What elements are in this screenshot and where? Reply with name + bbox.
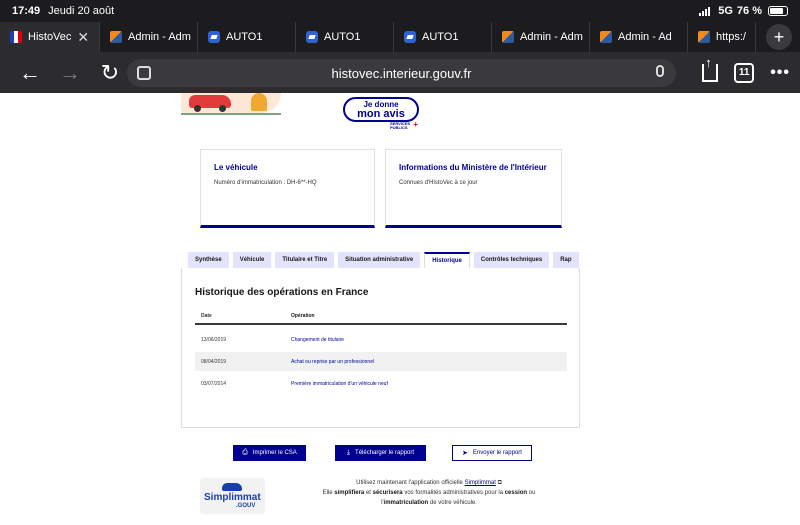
history-panel: Historique des opérations en France Date… [181, 268, 580, 428]
print-csa-button[interactable]: ⎙ Imprimer le CSA [233, 445, 306, 461]
tab-vehicule[interactable]: Véhicule [232, 252, 272, 268]
services-publics-logo: SERVICES PUBLICS + [390, 120, 418, 131]
feedback-button[interactable]: Je donne mon avis [343, 97, 419, 122]
close-tab-icon[interactable]: ✕ [77, 29, 89, 46]
tab-historique[interactable]: Historique [424, 252, 470, 268]
admin-icon [698, 31, 710, 43]
row-operation: Achat ou reprise par un professionnel [291, 358, 375, 365]
tab-rapport[interactable]: Rap [553, 252, 579, 268]
browser-tab-admin[interactable]: Admin - Ad [590, 22, 688, 52]
download-icon: ⤓ [346, 449, 351, 456]
tab-titulaire[interactable]: Titulaire et Titre [275, 252, 335, 268]
ministry-card: Informations du Ministère de l'Intérieur… [385, 149, 562, 228]
more-menu-icon[interactable]: ••• [770, 64, 790, 82]
browser-tab-title: https:/ [716, 31, 746, 43]
toolbar-right: 11 ••• [702, 52, 790, 93]
browser-tab-strip: HistoVec ✕ Admin - Adm AUTO1 AUTO1 AUTO1… [0, 22, 800, 52]
microphone-icon[interactable] [656, 65, 664, 77]
address-bar[interactable]: histovec.interieur.gouv.fr [127, 59, 676, 87]
tab-situation[interactable]: Situation administrative [338, 252, 421, 268]
network-label: 5G [718, 5, 733, 17]
history-title: Historique des opérations en France [195, 287, 369, 298]
share-icon[interactable] [702, 55, 719, 82]
new-tab-button[interactable]: + [766, 24, 792, 50]
row-date: 08/04/2019 [201, 358, 227, 365]
browser-tab-admin[interactable]: Admin - Adm [100, 22, 198, 52]
simplimmat-promo: Utilisez maintenant l'application offici… [322, 480, 536, 506]
browser-tab-auto1[interactable]: AUTO1 [198, 22, 296, 52]
battery-icon [768, 6, 788, 16]
status-date: Jeudi 20 août [48, 5, 115, 17]
header-operation: Opération [291, 312, 315, 319]
plate-number-text: Numéro d'immatriculation : DH-6**-HQ [214, 179, 317, 186]
report-tabs: Synthèse Véhicule Titulaire et Titre Sit… [188, 252, 584, 268]
auto1-icon [306, 31, 318, 43]
plus-icon: + [413, 120, 418, 129]
table-row: 08/04/2019 Achat ou reprise par un profe… [195, 352, 567, 371]
vehicle-card-title: Le véhicule [214, 163, 258, 172]
auto1-icon [208, 31, 220, 43]
table-header: Date Opération [195, 308, 567, 325]
browser-tab-https[interactable]: https:/ [688, 22, 756, 52]
simplimmat-link[interactable]: Simplimmat [465, 480, 496, 486]
forward-arrow-icon[interactable]: → [50, 61, 90, 84]
admin-icon [110, 31, 122, 43]
print-icon: ⎙ [242, 449, 248, 456]
auto1-icon [404, 31, 416, 43]
row-date: 03/07/2014 [201, 380, 227, 387]
car-icon [222, 483, 242, 491]
back-arrow-icon[interactable]: ← [10, 61, 50, 84]
browser-tab-title: Admin - Ad [618, 31, 672, 43]
browser-tab-title: HistoVec [28, 31, 72, 43]
status-right: 5G 76 % [699, 5, 788, 17]
address-url: histovec.interieur.gouv.fr [331, 65, 472, 81]
battery-label: 76 % [736, 5, 762, 17]
status-time: 17:49 [12, 5, 41, 17]
browser-tab-title: Admin - Adm [520, 31, 583, 43]
reload-icon[interactable]: ↻ [90, 61, 130, 84]
page-content: Je donne mon avis SERVICES PUBLICS + Le … [0, 93, 800, 525]
vehicle-card: Le véhicule Numéro d'immatriculation : D… [200, 149, 375, 228]
google-lens-icon[interactable] [137, 66, 151, 80]
header-date: Date [201, 312, 212, 319]
simplimmat-logo[interactable]: Simplimmat .GOUV [200, 478, 265, 514]
flag-fr-icon [10, 31, 22, 43]
admin-icon [600, 31, 612, 43]
download-report-button[interactable]: ⤓ Télécharger le rapport [335, 445, 426, 461]
browser-tab-auto1[interactable]: AUTO1 [394, 22, 492, 52]
row-operation: Première immatriculation d'un véhicule n… [291, 380, 388, 387]
history-table: Date Opération 13/06/2019 Changement de … [195, 308, 567, 393]
browser-tab-title: AUTO1 [226, 31, 263, 43]
ministry-card-text: Connues d'HistoVec à ce jour [399, 179, 478, 186]
browser-toolbar: ← → ↻ histovec.interieur.gouv.fr 11 ••• [0, 52, 800, 93]
browser-tab-histovec[interactable]: HistoVec ✕ [0, 22, 100, 52]
signal-icon [699, 6, 711, 16]
browser-tab-title: AUTO1 [324, 31, 361, 43]
table-row: 03/07/2014 Première immatriculation d'un… [195, 374, 567, 393]
table-row: 13/06/2019 Changement de titulaire [195, 330, 567, 349]
car-illustration [181, 93, 281, 115]
send-report-button[interactable]: ➤ Envoyer le rapport [452, 445, 532, 461]
status-bar: 17:49 Jeudi 20 août 5G 76 % [0, 0, 800, 22]
browser-tab-auto1[interactable]: AUTO1 [296, 22, 394, 52]
send-icon: ➤ [462, 450, 468, 457]
browser-tab-title: AUTO1 [422, 31, 459, 43]
browser-tab-title: Admin - Adm [128, 31, 191, 43]
tab-synthese[interactable]: Synthèse [188, 252, 229, 268]
tab-controles[interactable]: Contrôles techniques [473, 252, 550, 268]
ministry-card-title: Informations du Ministère de l'Intérieur [399, 163, 547, 172]
admin-icon [502, 31, 514, 43]
row-operation: Changement de titulaire [291, 336, 345, 343]
browser-tab-admin[interactable]: Admin - Adm [492, 22, 590, 52]
tab-switcher-button[interactable]: 11 [734, 62, 755, 83]
row-date: 13/06/2019 [201, 336, 227, 343]
external-link-icon: ⧉ [497, 480, 502, 486]
